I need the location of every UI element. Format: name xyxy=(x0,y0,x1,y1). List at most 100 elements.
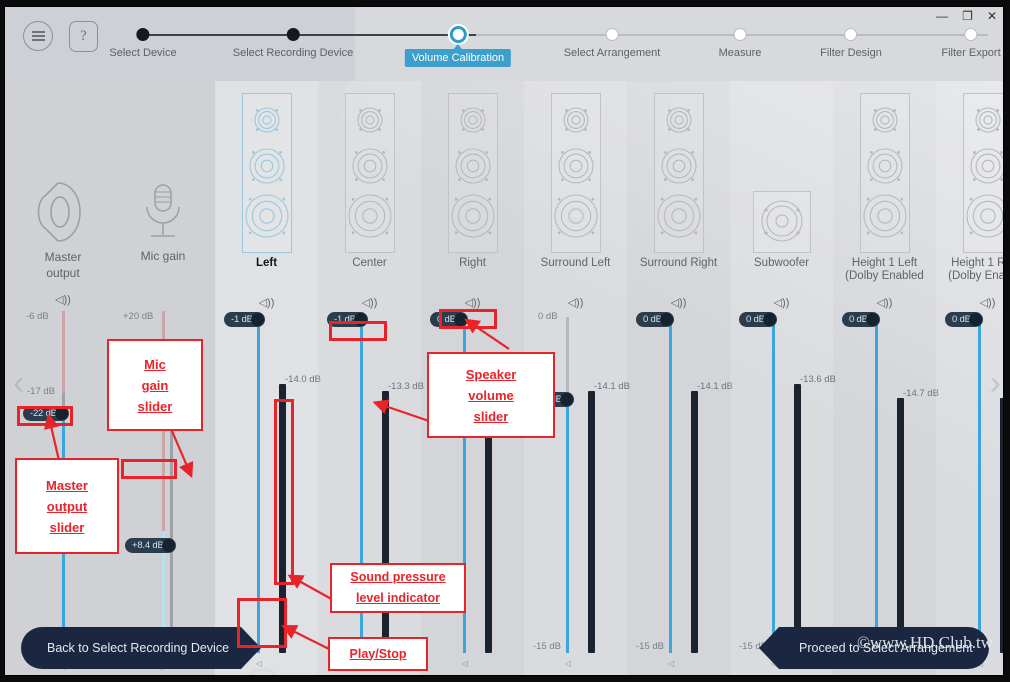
channel-name-line1: Height 1 Right xyxy=(951,257,1003,269)
back-button[interactable]: Back to Select Recording Device xyxy=(21,627,261,669)
channel-volume-icon: ◁)) xyxy=(876,297,893,309)
play-button[interactable]: ▷ xyxy=(868,675,887,676)
channel-strip-height-1-right[interactable]: Height 1 Right(Dolby Enabled◁))-15 dB0 d… xyxy=(936,81,1004,676)
mic-gain-label: Mic gain xyxy=(140,249,186,263)
play-button[interactable]: ▷ xyxy=(765,675,784,676)
channel-volume-fill xyxy=(978,319,981,653)
channel-strip-subwoofer[interactable]: Subwoofer◁))-15 dB0 dB◁-13.6 dB▷ xyxy=(730,81,836,676)
play-button[interactable]: ▷ xyxy=(559,675,578,676)
step-label: Select Device xyxy=(109,47,177,59)
step-filter-design[interactable]: Filter Design xyxy=(820,25,882,59)
tower-speaker-icon xyxy=(447,93,498,253)
channel-name-label: Height 1 Left (Dolby Enabled xyxy=(833,257,936,283)
step-label: Filter Design xyxy=(820,47,882,59)
watermark: ©www.HD.Club.tw xyxy=(856,633,993,652)
tower-speaker-icon xyxy=(241,93,292,253)
sound-pressure-level-label: -14.7 dB xyxy=(903,388,939,399)
channel-volume-slider-handle[interactable]: 0 dB xyxy=(842,312,880,327)
channel-volume-icon: ◁)) xyxy=(464,297,481,309)
step-select-recording-device[interactable]: Select Recording Device xyxy=(233,25,353,59)
tower-speaker-icon xyxy=(962,93,1003,253)
sound-pressure-level-indicator xyxy=(691,391,698,653)
step-dot-icon xyxy=(733,28,747,41)
channel-min-label: -15 dB xyxy=(533,641,561,652)
annotation-speaker-volume-slider: Speaker volume slider xyxy=(427,352,555,438)
help-button[interactable]: ? xyxy=(69,21,98,52)
highlight-play-stop xyxy=(237,598,287,648)
channel-strip-surround-right[interactable]: Surround Right ◁)) -15 dB 0 dB ◁ -14.1 dB ▷ xyxy=(627,81,733,676)
step-dot-icon xyxy=(449,26,467,43)
play-button[interactable]: ▷ xyxy=(353,675,372,676)
highlight-spl-indicator xyxy=(274,399,294,585)
sound-pressure-level-indicator xyxy=(794,384,801,653)
channel-name-line1: Height 1 Left xyxy=(851,257,918,269)
play-button[interactable]: ▷ xyxy=(456,675,475,676)
step-dot-icon xyxy=(964,28,978,41)
step-label: Volume Calibration xyxy=(404,44,512,67)
channel-name-line2: (Dolby Enabled xyxy=(948,270,1004,282)
menu-button[interactable] xyxy=(23,21,53,51)
channel-name-label: Left xyxy=(215,257,318,270)
channel-name-label: Subwoofer xyxy=(730,257,833,270)
step-dot-icon xyxy=(286,28,300,41)
channel-name-line1: Left xyxy=(255,257,278,269)
channel-name-line1: Surround Left xyxy=(540,257,611,269)
step-filter-export[interactable]: Filter Export xyxy=(941,25,1001,59)
channel-volume-icon: ◁)) xyxy=(361,297,378,309)
channel-volume-slider-handle[interactable]: -1 dB xyxy=(224,312,265,327)
channel-volume-fill xyxy=(875,319,878,653)
channel-mute-icon[interactable]: ◁ xyxy=(462,659,468,668)
highlight-master-slider xyxy=(17,406,73,426)
annotation-mic-gain-slider: Mic gain slider xyxy=(107,339,203,431)
channel-strip-left[interactable]: Left◁))0 dB-15 dB-1 dB◁-14.0 dB xyxy=(215,81,321,675)
play-button[interactable]: ▷ xyxy=(662,675,681,676)
window-controls: — ❐ ✕ xyxy=(913,7,997,25)
channel-volume-icon: ◁)) xyxy=(773,297,790,309)
channel-volume-slider-handle[interactable]: 0 dB xyxy=(739,312,777,327)
channel-volume-icon: ◁)) xyxy=(979,297,996,309)
calibration-stage: Master output ◁)) -6 dB -17 dB -50 dB -2… xyxy=(5,81,1004,676)
application-window: — ❐ ✕ ? Select Device Select Recording D… xyxy=(0,0,1010,682)
channel-name-line1: Center xyxy=(352,257,387,269)
sound-pressure-level-indicator xyxy=(382,391,389,653)
channel-min-label: -15 dB xyxy=(636,641,664,652)
highlight-right-volume xyxy=(439,309,497,329)
master-output-speaker-icon xyxy=(23,179,103,250)
step-dot-icon xyxy=(844,28,858,41)
sound-pressure-level-label: -14.1 dB xyxy=(697,381,733,392)
mic-max-label: +20 dB xyxy=(123,311,154,322)
close-icon[interactable]: ✕ xyxy=(987,10,997,22)
step-select-arrangement[interactable]: Select Arrangement xyxy=(564,25,660,59)
step-label: Measure xyxy=(718,47,762,59)
channel-mute-icon[interactable]: ◁ xyxy=(668,659,674,668)
step-label: Select Recording Device xyxy=(232,47,354,59)
app-frame: — ❐ ✕ ? Select Device Select Recording D… xyxy=(4,6,1004,676)
minimize-icon[interactable]: — xyxy=(936,10,948,22)
highlight-mic-slider xyxy=(121,459,177,479)
step-volume-calibration[interactable]: Volume Calibration xyxy=(404,25,512,67)
step-dot-icon xyxy=(136,28,150,41)
channel-name-label: Center xyxy=(318,257,421,270)
tower-speaker-icon xyxy=(859,93,910,253)
play-button[interactable]: ▷ xyxy=(971,675,990,676)
maximize-icon[interactable]: ❐ xyxy=(962,10,973,22)
channel-volume-fill xyxy=(566,399,569,653)
sound-pressure-level-label: -14.0 dB xyxy=(285,374,321,385)
stop-button[interactable] xyxy=(243,668,283,675)
tower-speaker-icon xyxy=(653,93,704,253)
step-measure[interactable]: Measure xyxy=(718,25,762,59)
channel-volume-slider-handle[interactable]: 0 dB xyxy=(945,312,983,327)
channel-volume-fill xyxy=(669,319,672,653)
scroll-left-icon[interactable]: ‹ xyxy=(13,366,24,400)
sound-pressure-level-indicator xyxy=(897,398,904,653)
channel-volume-slider-handle[interactable]: 0 dB xyxy=(636,312,674,327)
channel-strip-height-1-left[interactable]: Height 1 Left(Dolby Enabled◁))-15 dB0 dB… xyxy=(833,81,939,676)
hamburger-icon xyxy=(31,29,45,43)
channel-name-label: Right xyxy=(421,257,524,270)
channel-mute-icon[interactable]: ◁ xyxy=(565,659,571,668)
question-mark-icon: ? xyxy=(80,28,87,44)
step-select-device[interactable]: Select Device xyxy=(109,25,177,59)
step-label: Filter Export xyxy=(941,47,1001,59)
mic-gain-slider-handle[interactable]: +8.4 dB xyxy=(125,538,176,553)
master-output-label-line1: Master xyxy=(44,250,82,264)
